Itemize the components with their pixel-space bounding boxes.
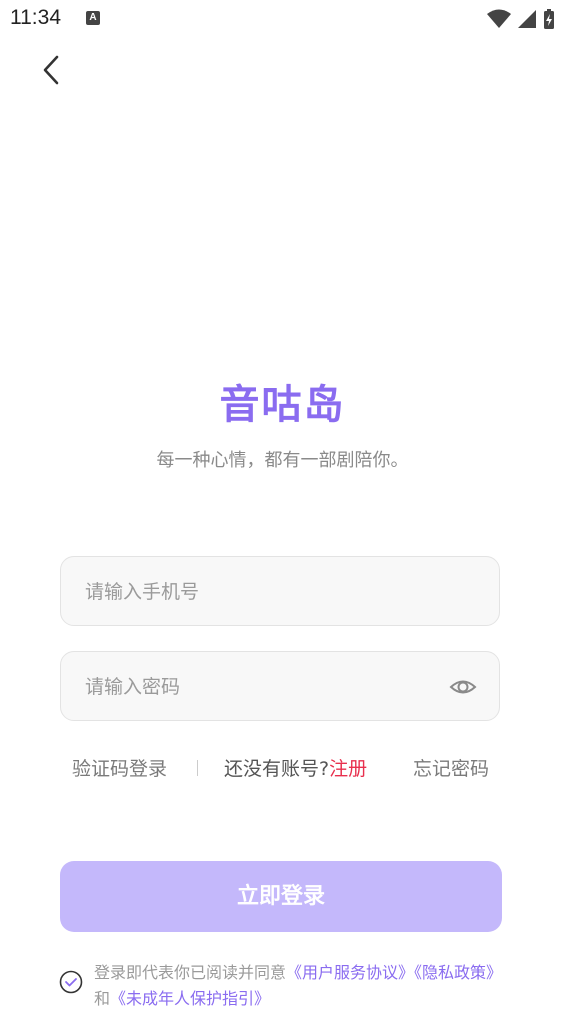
privacy-policy-link[interactable]: 《隐私政策》 [414, 963, 502, 982]
no-account-label: 还没有账号? [224, 758, 330, 780]
agreement-and: 和 [94, 989, 111, 1008]
phone-input[interactable] [83, 557, 437, 627]
app-slogan: 每一种心情，都有一部剧陪你。 [156, 450, 409, 471]
agreement-text: 登录即代表你已阅读并同意《用户服务协议》《隐私政策》和《未成年人保护指引》 [94, 960, 504, 1012]
minor-protection-link[interactable]: 《未成年人保护指引》 [110, 989, 270, 1008]
signal-icon [518, 10, 536, 28]
status-icons [487, 8, 555, 30]
battery-icon [544, 9, 554, 29]
phone-field[interactable] [60, 556, 500, 627]
back-arrow-icon [43, 55, 59, 85]
code-login-link[interactable]: 验证码登录 [72, 754, 167, 781]
eye-icon[interactable] [449, 673, 477, 701]
status-bar: 11:34 A [0, 0, 565, 38]
agreement-prefix: 登录即代表你已阅读并同意 [94, 963, 287, 982]
register-link[interactable]: 注册 [329, 758, 367, 780]
password-input[interactable] [83, 652, 437, 722]
notification-icon: A [86, 11, 100, 25]
wifi-icon [487, 9, 511, 28]
no-account-text: 还没有账号?注册 [224, 754, 367, 781]
divider [197, 760, 198, 776]
check-circle-icon[interactable] [59, 970, 83, 994]
forgot-password-link[interactable]: 忘记密码 [413, 754, 489, 781]
password-field[interactable] [60, 651, 500, 722]
app-title: 音咕岛 [219, 382, 346, 428]
status-time: 11:34 [10, 6, 61, 29]
login-button[interactable]: 立即登录 [60, 861, 502, 932]
login-links-row: 验证码登录 还没有账号?注册 忘记密码 [0, 754, 565, 782]
user-agreement-link[interactable]: 《用户服务协议》 [286, 963, 414, 982]
back-button[interactable] [34, 50, 68, 90]
